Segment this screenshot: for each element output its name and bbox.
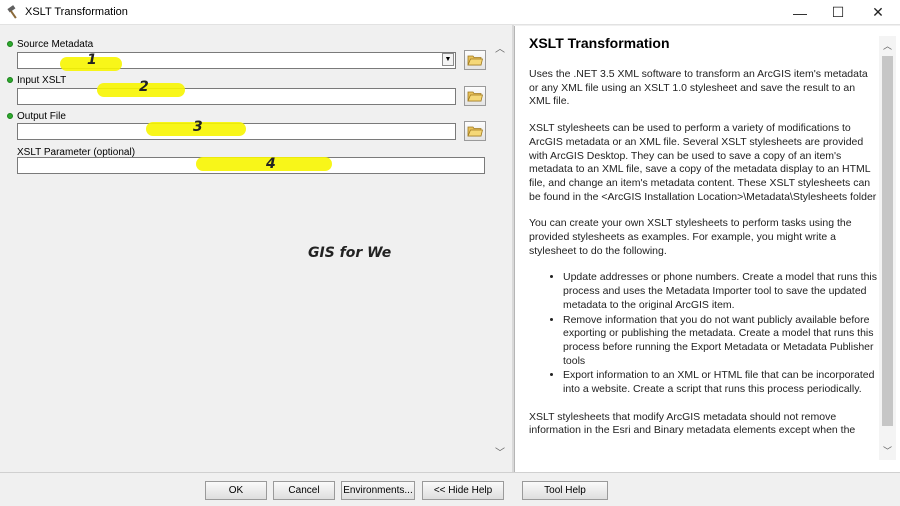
open-folder-icon — [467, 126, 483, 137]
help-bullet: Remove information that you do not want … — [563, 314, 879, 369]
help-bullet: Update addresses or phone numbers. Creat… — [563, 271, 879, 312]
input-xslt-browse-button[interactable] — [464, 86, 486, 106]
source-metadata-label: Source Metadata — [17, 39, 94, 50]
watermark-text: GIS for We — [308, 245, 392, 261]
source-metadata-browse-button[interactable] — [464, 50, 486, 70]
scroll-down-icon[interactable]: ﹀ — [495, 444, 505, 459]
scroll-up-icon[interactable]: ︿ — [883, 39, 892, 52]
cancel-button[interactable]: Cancel — [273, 481, 335, 500]
environments-button[interactable]: Environments... — [341, 481, 415, 500]
highlight-mark — [196, 157, 332, 171]
help-paragraph: XSLT stylesheets can be used to perform … — [529, 122, 877, 203]
source-metadata-dropdown[interactable]: ▼ — [442, 53, 454, 66]
scroll-down-icon[interactable]: ﹀ — [883, 444, 892, 457]
close-button[interactable]: ✕ — [860, 0, 896, 25]
scrollbar-thumb[interactable] — [882, 56, 893, 426]
chevron-down-icon: ▼ — [444, 56, 452, 63]
annotation-number: 1 — [87, 52, 97, 68]
parameters-scrollbar[interactable]: ︿ ﹀ — [492, 26, 509, 472]
required-indicator-icon — [7, 77, 13, 83]
open-folder-icon — [467, 55, 483, 66]
required-indicator-icon — [7, 41, 13, 47]
required-indicator-icon — [7, 113, 13, 119]
input-xslt-input[interactable] — [17, 88, 456, 105]
minimize-button[interactable]: — — [782, 0, 818, 25]
help-paragraph: You can create your own XSLT stylesheets… — [529, 217, 852, 257]
help-paragraph: XSLT stylesheets that modify ArcGIS meta… — [529, 410, 856, 437]
help-pane: XSLT Transformation Uses the .NET 3.5 XM… — [514, 26, 900, 472]
maximize-button[interactable]: ☐ — [820, 0, 856, 25]
tool-help-button[interactable]: Tool Help — [522, 481, 608, 500]
input-xslt-label: Input XSLT — [17, 75, 67, 86]
output-file-label: Output File — [17, 111, 66, 122]
output-file-browse-button[interactable] — [464, 121, 486, 141]
annotation-number: 4 — [266, 156, 276, 172]
hide-help-button[interactable]: << Hide Help — [422, 481, 504, 500]
ok-button[interactable]: OK — [205, 481, 267, 500]
scroll-up-icon[interactable]: ︿ — [495, 40, 505, 55]
window-title: XSLT Transformation — [25, 6, 128, 18]
title-bar: XSLT Transformation — ☐ ✕ — [0, 0, 900, 25]
help-title: XSLT Transformation — [529, 35, 670, 51]
open-folder-icon — [467, 91, 483, 102]
help-bullet: Export information to an XML or HTML fil… — [563, 369, 879, 396]
help-scrollbar[interactable]: ︿ ﹀ — [879, 36, 896, 460]
hammer-icon — [6, 4, 22, 20]
parameters-pane: Source Metadata ▼ Input XSLT Output File… — [0, 26, 510, 472]
help-paragraph: Uses the .NET 3.5 XML software to transf… — [529, 68, 868, 108]
annotation-number: 3 — [193, 119, 203, 135]
annotation-number: 2 — [139, 79, 149, 95]
help-bullet-list: Update addresses or phone numbers. Creat… — [529, 271, 879, 396]
button-bar: OK Cancel Environments... << Hide Help T… — [0, 472, 900, 506]
help-body: Uses the .NET 3.5 XML software to transf… — [529, 68, 879, 451]
